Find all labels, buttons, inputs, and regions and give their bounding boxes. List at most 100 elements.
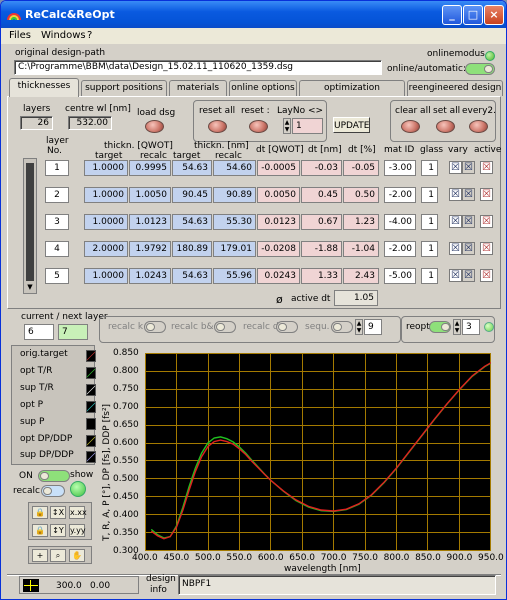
active-dt-label: active dt [291, 294, 331, 304]
tab-reengineered-design[interactable]: reengineered design [407, 80, 503, 96]
tab-support-positions[interactable]: support positions [81, 80, 167, 96]
reopt-label: reopt [406, 322, 430, 332]
vary-secondary-checkbox[interactable]: ☒ [462, 188, 475, 201]
recalc-toggle[interactable] [41, 485, 65, 497]
tab-online-options[interactable]: online options [229, 80, 297, 96]
plot-area[interactable] [145, 353, 491, 551]
vary-secondary-checkbox[interactable]: ☒ [462, 242, 475, 255]
y-tick-label: 0.850 [113, 348, 139, 358]
material-id-cell: -4.00 [384, 214, 416, 230]
legend-sup-dp-ddp[interactable]: sup DP/DDP [20, 450, 96, 465]
maximize-button[interactable]: □ [463, 5, 483, 25]
sequ-toggle[interactable] [331, 321, 353, 333]
legend-sup-p[interactable]: sup P [20, 417, 96, 432]
layno-value[interactable]: 1 [292, 118, 323, 134]
active-checkbox[interactable]: ☒ [480, 161, 493, 174]
x-autoscale-icon[interactable]: ↕X [50, 506, 66, 519]
dt-pct-cell: 1.23 [343, 214, 379, 230]
active-checkbox[interactable]: ☒ [480, 188, 493, 201]
legend-sup-tr[interactable]: sup T/R [20, 383, 96, 398]
vary-checkbox[interactable]: ☒ [449, 161, 462, 174]
y-autoscale-icon[interactable]: ↕Y [50, 524, 66, 537]
scroll-down-arrow-icon[interactable]: ▼ [24, 283, 36, 293]
online-automatic-toggle[interactable] [465, 63, 495, 75]
recalc-nm-cell: 55.30 [213, 214, 256, 230]
pan-hand-icon[interactable]: ✋ [69, 549, 85, 562]
reset-all-button[interactable] [208, 120, 227, 133]
vary-checkbox[interactable]: ☒ [449, 215, 462, 228]
tab-materials[interactable]: materials [169, 80, 227, 96]
layer-scrollbar[interactable]: ▼ [23, 158, 37, 294]
layer-number-cell[interactable]: 5 [45, 268, 69, 284]
every2-button[interactable] [469, 120, 488, 133]
layer-number-cell[interactable]: 2 [45, 187, 69, 203]
cursor-tool-icon[interactable]: + [32, 549, 48, 562]
sequ-spinner[interactable]: ▲ ▼ [355, 319, 363, 335]
recalc-nm-cell: 55.96 [213, 268, 256, 284]
minimize-button[interactable]: _ [442, 5, 462, 25]
dt-nm-cell: 0.67 [301, 214, 342, 230]
vary-checkbox[interactable]: ☒ [449, 188, 462, 201]
y-lock-icon[interactable]: 🔒 [32, 524, 48, 537]
layers-label: layers [23, 104, 51, 114]
load-dsg-label: load dsg [137, 108, 176, 118]
active-checkbox[interactable]: ☒ [480, 269, 493, 282]
reopt-spinner[interactable]: ▲ ▼ [453, 319, 461, 335]
close-button[interactable]: × [484, 5, 504, 25]
tab-thicknesses[interactable]: thicknesses [9, 78, 79, 97]
layer-number-cell[interactable]: 1 [45, 160, 69, 176]
recalc-k-toggle[interactable] [144, 321, 166, 333]
dt-nm-cell: -0.03 [301, 160, 342, 176]
active-checkbox[interactable]: ☒ [480, 215, 493, 228]
hdr-vary: vary [448, 145, 468, 155]
on-label: ON [19, 471, 33, 481]
x-tick-label: 750.0 [352, 553, 378, 563]
layno-spinner[interactable]: ▲ ▼ [283, 118, 291, 134]
reopt-value[interactable]: 3 [462, 319, 480, 335]
vary-secondary-checkbox[interactable]: ☒ [462, 161, 475, 174]
tab-optimization-parameter[interactable]: optimization parameter [299, 80, 405, 107]
legend-opt-p[interactable]: opt P [20, 400, 96, 415]
vary-secondary-checkbox[interactable]: ☒ [462, 269, 475, 282]
graph-tools: + ⌕ ✋ [28, 546, 92, 564]
show-led[interactable] [70, 481, 86, 497]
title-bar[interactable]: ReCalc&ReOpt _ □ × [1, 1, 506, 28]
recalc-bc-label: recalc b&c [171, 322, 219, 332]
active-checkbox[interactable]: ☒ [480, 242, 493, 255]
legend-opt-tr[interactable]: opt T/R [20, 366, 96, 381]
design-path-field[interactable]: C:\Programme\BBM\data\Design_15.02.11_11… [14, 60, 382, 75]
vary-secondary-checkbox[interactable]: ☒ [462, 215, 475, 228]
layer-number-cell[interactable]: 3 [45, 214, 69, 230]
load-dsg-button[interactable] [145, 120, 164, 133]
target-qwot-cell: 1.0000 [84, 160, 128, 176]
recalc-d-toggle[interactable] [276, 321, 298, 333]
recalc-qwot-cell: 1.0050 [129, 187, 171, 203]
y-format-icon[interactable]: y.yy [69, 524, 86, 537]
online-indicator-led [485, 51, 495, 61]
legend-opt-dp-ddp[interactable]: opt DP/DDP [20, 434, 96, 449]
hdr-thickn-nm: thickn. [nm] [194, 141, 249, 151]
legend-orig-target[interactable]: orig.target [20, 349, 96, 364]
x-lock-icon[interactable]: 🔒 [32, 506, 48, 519]
sequ-value[interactable]: 9 [364, 319, 382, 335]
menu-help[interactable]: ? [87, 30, 92, 41]
reopt-led [484, 322, 494, 332]
recalc-bc-toggle[interactable] [214, 321, 236, 333]
clear-all-button[interactable] [401, 120, 420, 133]
x-format-icon[interactable]: x.xx [69, 506, 87, 519]
y-tick-label: 0.800 [113, 366, 139, 376]
hdr-layer: layer [46, 136, 69, 146]
zoom-tool-icon[interactable]: ⌕ [50, 549, 66, 562]
set-all-button[interactable] [436, 120, 455, 133]
reset-button[interactable] [249, 120, 268, 133]
on-toggle[interactable] [38, 470, 70, 482]
reopt-toggle[interactable] [429, 321, 451, 333]
menu-files[interactable]: Files [9, 30, 31, 41]
layer-number-cell[interactable]: 4 [45, 241, 69, 257]
vary-checkbox[interactable]: ☒ [449, 242, 462, 255]
recalc-nm-cell: 54.60 [213, 160, 256, 176]
update-button[interactable]: UPDATE [333, 117, 370, 133]
chart-ylabel: T, R, A, P [°], DP [fs], DDP [fs²] [102, 403, 112, 541]
menu-windows[interactable]: Windows [41, 30, 86, 41]
vary-checkbox[interactable]: ☒ [449, 269, 462, 282]
